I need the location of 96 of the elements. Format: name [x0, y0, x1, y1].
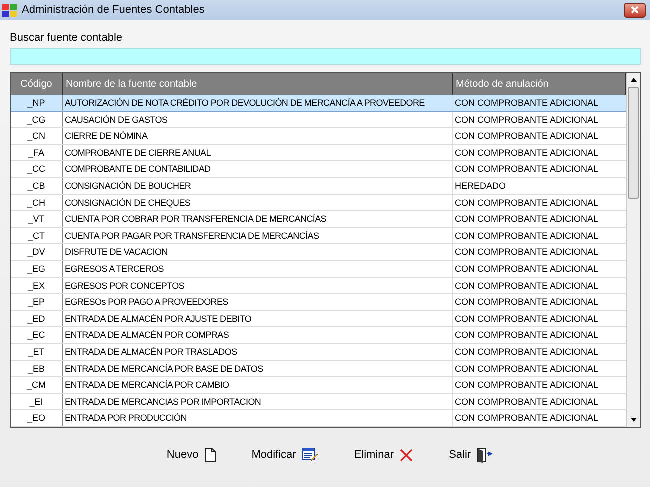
- table-cell: _EI: [11, 394, 63, 410]
- table-cell: COMPROBANTE DE CONTABILIDAD: [63, 161, 453, 177]
- table-cell-text: CON COMPROBANTE ADICIONAL: [454, 146, 600, 160]
- table-cell-text: CON COMPROBANTE ADICIONAL: [454, 329, 600, 342]
- table-cell-text: CON COMPROBANTE ADICIONAL: [454, 246, 600, 260]
- table-cell: _CT: [11, 228, 63, 244]
- scrollbar[interactable]: [626, 73, 640, 427]
- table-cell-text: CON COMPROBANTE ADICIONAL: [454, 163, 600, 176]
- table-cell-text: CON COMPROBANTE ADICIONAL: [454, 262, 600, 276]
- table-cell-text: CON COMPROBANTE ADICIONAL: [454, 396, 600, 409]
- form-pencil-icon: [302, 448, 318, 462]
- table-cell: CONSIGNACIÓN DE CHEQUES: [63, 194, 453, 210]
- table-row[interactable]: _EG EGRESOS A TERCEROS CON COMPROBANTE ADICIONAL: [11, 260, 626, 278]
- table-cell-text: CON COMPROBANTE ADICIONAL: [454, 196, 600, 210]
- close-icon: [631, 6, 639, 14]
- table-cell: _EP: [11, 294, 63, 310]
- table-row[interactable]: _EP EGRESOs POR PAGO A PROVEEDORES CON COMPROBANTE ADICIONAL: [11, 294, 626, 311]
- table-cell: EGRESOS POR CONCEPTOS: [63, 278, 453, 294]
- table-row[interactable]: _CH CONSIGNACIÓN DE CHEQUES CON COMPROBANTE ADICIONAL: [11, 194, 626, 212]
- table-cell: _VT: [11, 211, 63, 227]
- table-cell-text: CON COMPROBANTE ADICIONAL: [454, 114, 600, 127]
- table-cell: _CB: [11, 178, 63, 194]
- search-field[interactable]: [10, 48, 641, 65]
- table-cell: ENTRADA POR PRODUCCIÓN: [63, 410, 453, 426]
- table-cell: _EB: [11, 360, 63, 376]
- app-icon: [2, 3, 18, 17]
- table-cell: ENTRADA DE ALMACÉN POR TRASLADOS: [63, 344, 453, 360]
- table-row[interactable]: _ED ENTRADA DE ALMACÉN POR AJUSTE DEBITO CON COMPROBANTE ADICIONAL: [11, 310, 626, 328]
- table-row[interactable]: _VT CUENTA POR COBRAR POR TRANSFERENCIA DE MERCANCÍAS CON COMPROBANTE ADICIONAL: [11, 211, 626, 228]
- table-cell: _EG: [11, 260, 63, 277]
- table-cell-text: CON COMPROBANTE ADICIONAL: [454, 412, 600, 426]
- table-row[interactable]: _EI ENTRADA DE MERCANCIAS POR IMPORTACION CON COMPROBANTE ADICIONAL: [11, 394, 626, 410]
- table-row[interactable]: _CB CONSIGNACIÓN DE BOUCHER HEREDADO: [11, 178, 626, 195]
- table-row[interactable]: _EO ENTRADA POR PRODUCCIÓN CON COMPROBANTE ADICIONAL: [11, 410, 626, 427]
- table-cell: _FA: [11, 144, 63, 160]
- table-cell: EGRESOs POR PAGO A PROVEEDORES: [63, 294, 453, 310]
- table-cell: ENTRADA DE ALMACÉN POR COMPRAS: [63, 327, 453, 343]
- table-row[interactable]: _CC COMPROBANTE DE CONTABILIDAD CON COMPROBANTE ADICIONAL: [11, 161, 626, 178]
- toolbar-button[interactable]: Eliminar: [352, 446, 416, 464]
- table-row[interactable]: _CT CUENTA POR PAGAR POR TRANSFERENCIA DE MERCANCÍAS CON COMPROBANTE ADICIONAL: [11, 228, 626, 244]
- table-cell: ENTRADA DE MERCANCÍA POR CAMBIO: [63, 377, 453, 393]
- close-button[interactable]: [624, 2, 646, 18]
- table-cell-text: CON COMPROBANTE ADICIONAL: [454, 379, 600, 392]
- table-row[interactable]: _FA COMPROBANTE DE CIERRE ANUAL CON COMPROBANTE ADICIONAL: [11, 144, 626, 162]
- document-icon: [204, 448, 216, 462]
- toolbar-button[interactable]: Salir: [447, 446, 496, 464]
- table-cell: _EO: [11, 410, 63, 426]
- table-cell: _CN: [11, 128, 63, 144]
- table-cell-text: CON COMPROBANTE ADICIONAL: [454, 213, 600, 226]
- table-row[interactable]: _EX EGRESOS POR CONCEPTOS CON COMPROBANTE ADICIONAL: [11, 278, 626, 294]
- table-cell: CONSIGNACIÓN DE BOUCHER: [63, 178, 453, 194]
- table-cell-text: CON COMPROBANTE ADICIONAL: [454, 230, 600, 243]
- table-row[interactable]: _CN CIERRE DE NÓMINA CON COMPROBANTE ADICIONAL: [11, 128, 626, 145]
- table-cell-text: CON COMPROBANTE ADICIONAL: [454, 130, 600, 144]
- table-row[interactable]: _NP AUTORIZACIÓN DE NOTA CRÉDITO POR DEVOLUCIÓN DE MERCANCÍA A PROVEEDORE CON COMPROBANTE ADICIONAL: [11, 95, 626, 112]
- table-cell: COMPROBANTE DE CIERRE ANUAL: [63, 144, 453, 160]
- toolbar-button[interactable]: Nuevo: [164, 446, 218, 464]
- table-cell: CUENTA POR COBRAR POR TRANSFERENCIA DE MERCANCÍAS: [63, 211, 453, 227]
- table-cell: ENTRADA DE MERCANCÍA POR BASE DE DATOS: [63, 360, 453, 376]
- table-cell: ENTRADA DE ALMACÉN POR AJUSTE DEBITO: [63, 310, 453, 326]
- table-cell: _CG: [11, 112, 63, 128]
- table-row[interactable]: _CM ENTRADA DE MERCANCÍA POR CAMBIO CON COMPROBANTE ADICIONAL: [11, 377, 626, 394]
- door-icon: [477, 448, 494, 463]
- table-cell: _ED: [11, 310, 63, 326]
- table-cell-text: CON COMPROBANTE ADICIONAL: [454, 97, 600, 110]
- table-cell: CUENTA POR PAGAR POR TRANSFERENCIA DE MERCANCÍAS: [63, 228, 453, 244]
- table-row[interactable]: _ET ENTRADA DE ALMACÉN POR TRASLADOS CON COMPROBANTE ADICIONAL: [11, 344, 626, 360]
- table-cell-text: HEREDADO: [454, 180, 508, 193]
- table-cell: _CM: [11, 377, 63, 393]
- table-cell: _DV: [11, 244, 63, 260]
- table-cell: CAUSACIÓN DE GASTOS: [63, 112, 453, 128]
- search-label: Buscar fuente contable: [10, 32, 124, 45]
- table-cell-text: CON COMPROBANTE ADICIONAL: [454, 312, 600, 326]
- table-cell: EGRESOS A TERCEROS: [63, 260, 453, 277]
- table-cell-text: CON COMPROBANTE ADICIONAL: [454, 296, 600, 310]
- scroll-thumb[interactable]: [628, 87, 639, 199]
- table-cell: _CC: [11, 161, 63, 177]
- table-cell: CIERRE DE NÓMINA: [63, 128, 453, 144]
- table-row[interactable]: _EC ENTRADA DE ALMACÉN POR COMPRAS CON COMPROBANTE ADICIONAL: [11, 327, 626, 344]
- toolbar-button[interactable]: Modificar: [250, 446, 320, 464]
- close-icon: [400, 448, 414, 462]
- table-cell-text: CON COMPROBANTE ADICIONAL: [454, 362, 600, 376]
- table-cell-text: CON COMPROBANTE ADICIONAL: [454, 346, 600, 359]
- table-cell: _EC: [11, 327, 63, 343]
- table-cell: _CH: [11, 194, 63, 210]
- table-cell-text: CON COMPROBANTE ADICIONAL: [454, 280, 600, 293]
- table-row[interactable]: _EB ENTRADA DE MERCANCÍA POR BASE DE DATOS CON COMPROBANTE ADICIONAL: [11, 360, 626, 378]
- table-cell: AUTORIZACIÓN DE NOTA CRÉDITO POR DEVOLUCIÓN DE MERCANCÍA A PROVEEDORE: [63, 95, 453, 111]
- table-cell: _NP: [11, 95, 63, 111]
- table-cell: ENTRADA DE MERCANCIAS POR IMPORTACION: [63, 394, 453, 410]
- table-cell: _EX: [11, 278, 63, 294]
- table-cell: DISFRUTE DE VACACION: [63, 244, 453, 260]
- table-row[interactable]: _DV DISFRUTE DE VACACION CON COMPROBANTE ADICIONAL: [11, 244, 626, 261]
- table-row[interactable]: _CG CAUSACIÓN DE GASTOS CON COMPROBANTE ADICIONAL: [11, 112, 626, 128]
- window-title: Administración de Fuentes Contables: [22, 2, 206, 18]
- table-cell: _ET: [11, 344, 63, 360]
